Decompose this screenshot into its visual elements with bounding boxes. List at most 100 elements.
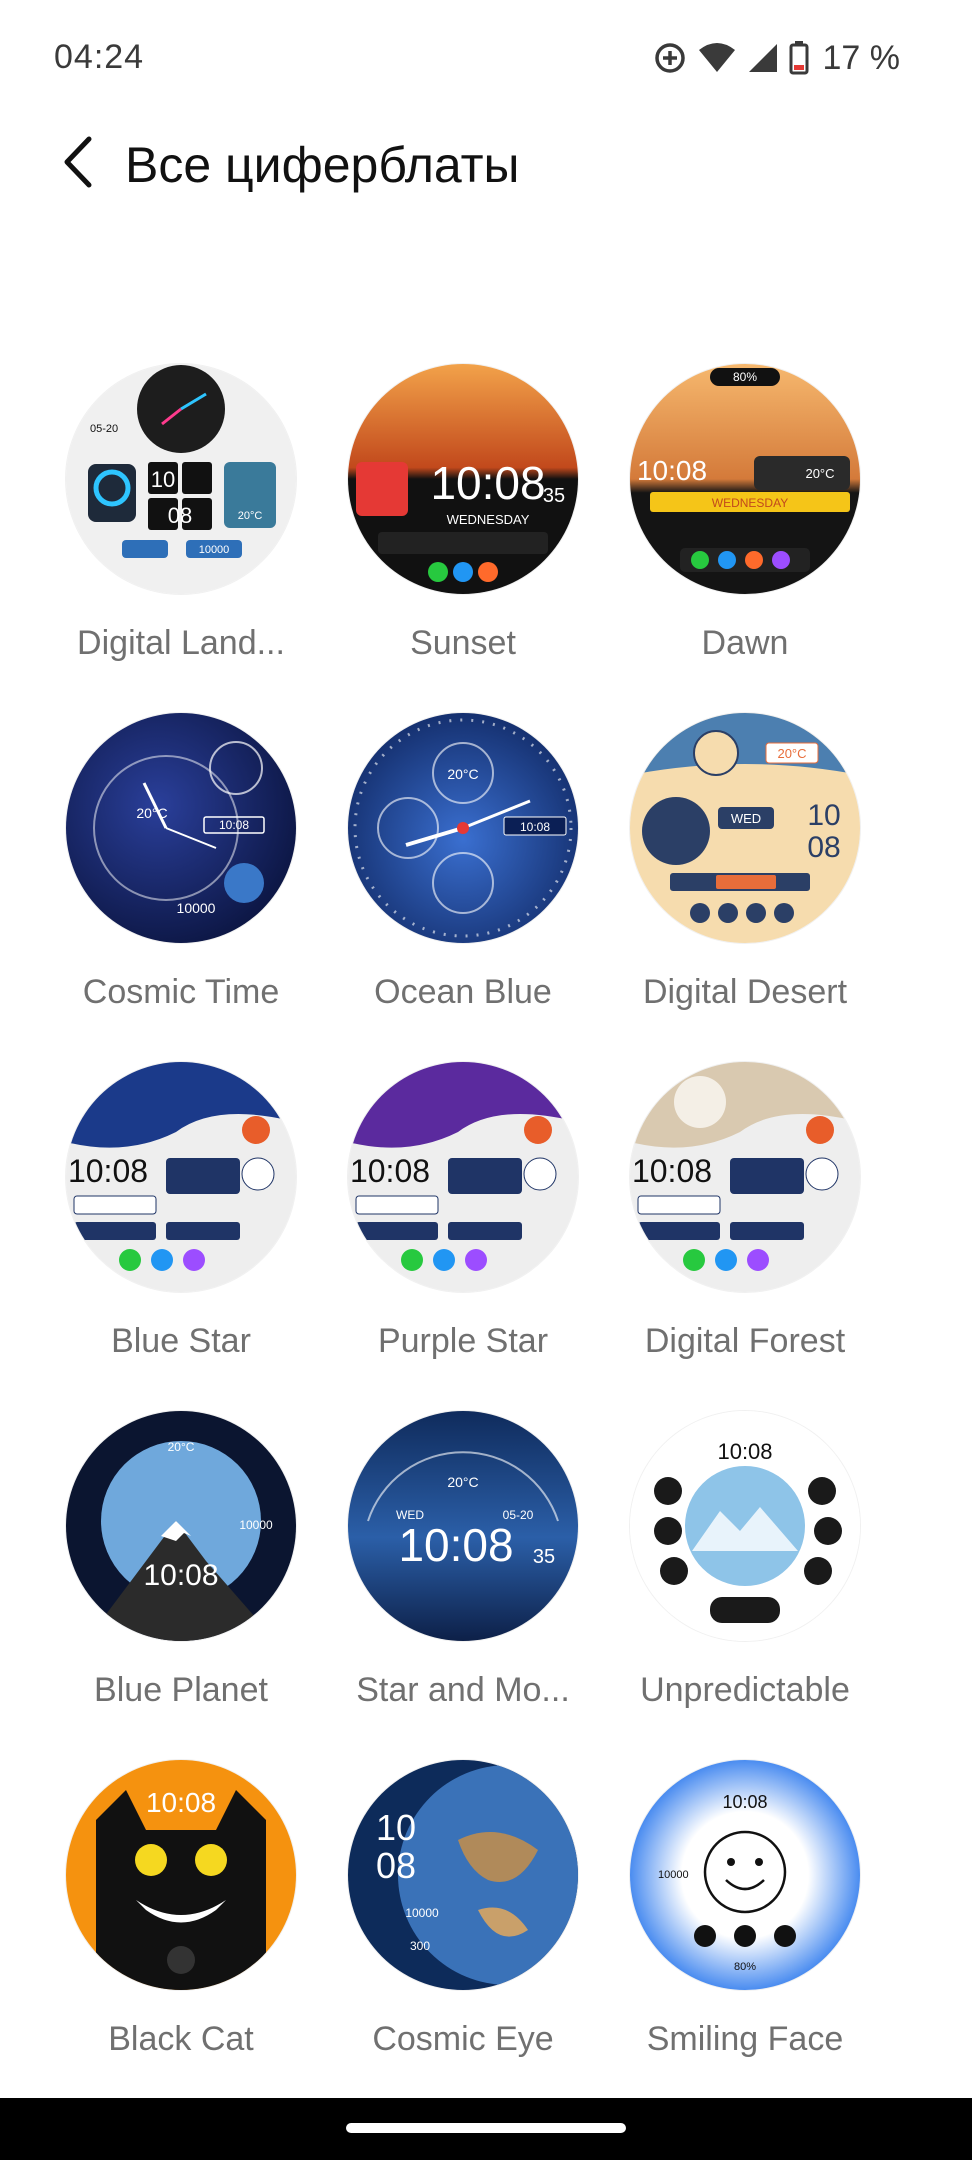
watch-face-name: Cosmic Time (82, 973, 280, 1011)
face-steps: 10000 (405, 1906, 439, 1920)
face-temperature: 20°C (168, 1440, 195, 1454)
watch-face-name: Ocean Blue (374, 973, 552, 1011)
face-seconds: 35 (543, 485, 565, 507)
watch-face-name: Cosmic Eye (372, 2020, 554, 2058)
wifi-icon (697, 42, 737, 74)
face-temperature: 20°C (447, 1474, 478, 1490)
face-time: 10:08 (632, 1153, 712, 1189)
watch-face-card[interactable]: 10 08 10000 300 Cosmic Eye (322, 1760, 604, 2109)
watch-face-preview: 10:08 (66, 1760, 296, 1990)
face-steps: 10000 (177, 900, 216, 916)
watch-face-preview: 10:08 (630, 1062, 860, 1292)
status-bar: 04:24 17 % (0, 0, 972, 118)
watch-face-preview: 20°C 10:08 10000 (66, 1411, 296, 1641)
watch-face-card[interactable]: 10 08 20°C 10000 05-20 Digital Land... (40, 364, 322, 713)
watch-face-card[interactable]: 10:08 Unpredictable (604, 1411, 886, 1760)
face-weekday: WED (731, 811, 761, 826)
face-time: 10:08 (717, 1439, 772, 1464)
watch-face-name: Star and Mo... (356, 1671, 570, 1709)
watch-face-card[interactable]: 20°C 10:08 Ocean Blue (322, 713, 604, 1062)
watch-face-preview: 10 08 10000 300 (348, 1760, 578, 1990)
watch-face-name: Blue Planet (94, 1671, 268, 1709)
watch-face-card[interactable]: 10:08 Digital Forest (604, 1062, 886, 1411)
face-time: 10:08 (637, 455, 707, 486)
face-steps: 10000 (239, 1518, 273, 1532)
navigation-bar (0, 2098, 972, 2160)
face-time: 10:08 (350, 1153, 430, 1189)
watch-face-card[interactable]: 10:08 10000 80% Smiling Face (604, 1760, 886, 2109)
watch-face-preview: 80% 10:08 20°C WEDNESDAY (630, 364, 860, 594)
face-time: 10:08 (146, 1787, 216, 1818)
face-weekday: WEDNESDAY (712, 496, 788, 510)
face-time-part: 08 (807, 831, 840, 864)
face-time-part: 08 (168, 503, 192, 528)
watch-face-card[interactable]: 10:08 20°C 10000 Cosmic Time (40, 713, 322, 1062)
watch-face-grid: 10 08 20°C 10000 05-20 Digital Land... 1… (40, 364, 932, 2109)
watch-face-card[interactable]: 20°C 10:08 35 WED 05-20 Star and Mo... (322, 1411, 604, 1760)
face-time-part: 10 (376, 1807, 416, 1848)
watch-face-name: Purple Star (377, 1322, 549, 1360)
home-gesture-handle[interactable] (346, 2123, 626, 2133)
watch-face-name: Unpredictable (640, 1671, 850, 1709)
watch-face-card[interactable]: 10:08 Purple Star (322, 1062, 604, 1411)
watch-face-name: Blue Star (111, 1322, 251, 1360)
face-steps: 10000 (199, 544, 230, 556)
face-time-part: 10 (151, 467, 175, 492)
watch-face-card[interactable]: 80% 10:08 20°C WEDNESDAY Dawn (604, 364, 886, 713)
watch-face-card[interactable]: 10:08 35 WEDNESDAY Sunset (322, 364, 604, 713)
watch-face-preview: 10:08 10000 80% (630, 1760, 860, 1990)
watch-face-name: Black Cat (108, 2020, 254, 2058)
watch-face-preview: 10:08 (66, 1062, 296, 1292)
back-arrow-icon (61, 135, 95, 194)
watch-face-name: Smiling Face (646, 2020, 844, 2058)
face-date: 05-20 (503, 1508, 534, 1522)
face-time: 10:08 (143, 1559, 218, 1592)
watch-face-name: Sunset (410, 624, 516, 662)
watch-face-name: Dawn (701, 624, 789, 662)
face-time: 10:08 (68, 1153, 148, 1189)
watch-face-card[interactable]: 10:08 Blue Star (40, 1062, 322, 1411)
face-battery: 80% (734, 1961, 756, 1973)
battery-percent: 17 % (822, 38, 901, 77)
status-time: 04:24 (54, 38, 145, 76)
face-time: 10:08 (430, 457, 545, 509)
face-time: 10:08 (520, 820, 550, 834)
back-button[interactable] (46, 132, 110, 196)
face-steps: 10000 (658, 1869, 689, 1881)
watch-face-name: Digital Desert (642, 973, 848, 1011)
cell-signal-icon (747, 42, 779, 74)
face-weekday: WED (396, 1508, 424, 1522)
watch-face-preview: 10:08 20°C 10000 (66, 713, 296, 943)
watch-face-preview: 20°C 10:08 (348, 713, 578, 943)
face-kcal: 300 (410, 1939, 430, 1953)
face-time: 10:08 (722, 1792, 767, 1812)
face-time-part: 10 (807, 799, 840, 832)
face-battery: 80% (733, 370, 757, 384)
watch-face-name: Digital Land... (77, 624, 285, 662)
watch-face-preview: 10 08 20°C 10000 05-20 (66, 364, 296, 594)
sync-icon (653, 41, 687, 75)
status-icons: 17 % (653, 38, 901, 78)
watch-face-card[interactable]: 10:08 Black Cat (40, 1760, 322, 2109)
watch-face-preview: 10:08 35 WEDNESDAY (348, 364, 578, 594)
face-date: 05-20 (90, 423, 118, 435)
face-temperature: 20°C (777, 746, 806, 761)
face-temperature: 20°C (238, 510, 263, 522)
page-title: Все циферблаты (125, 137, 520, 193)
face-seconds: 35 (533, 1546, 555, 1568)
face-time-part: 08 (376, 1845, 416, 1886)
watch-face-name: Digital Forest (644, 1322, 846, 1360)
face-time: 10:08 (219, 818, 249, 832)
face-temperature: 20°C (447, 766, 478, 782)
watch-face-preview: 10:08 (630, 1411, 860, 1641)
watch-face-card[interactable]: 20°C 10:08 10000 Blue Planet (40, 1411, 322, 1760)
header: Все циферблаты (0, 118, 972, 218)
face-temperature: 20°C (805, 466, 834, 481)
face-temperature: 20°C (136, 805, 167, 821)
face-weekday: WEDNESDAY (447, 512, 530, 527)
battery-low-icon (789, 41, 809, 75)
face-time: 10:08 (398, 1519, 513, 1571)
watch-face-preview: 20°C 10:08 35 WED 05-20 (348, 1411, 578, 1641)
watch-face-preview: 10:08 (348, 1062, 578, 1292)
watch-face-card[interactable]: 20°C WED 10 08 Digital Desert (604, 713, 886, 1062)
